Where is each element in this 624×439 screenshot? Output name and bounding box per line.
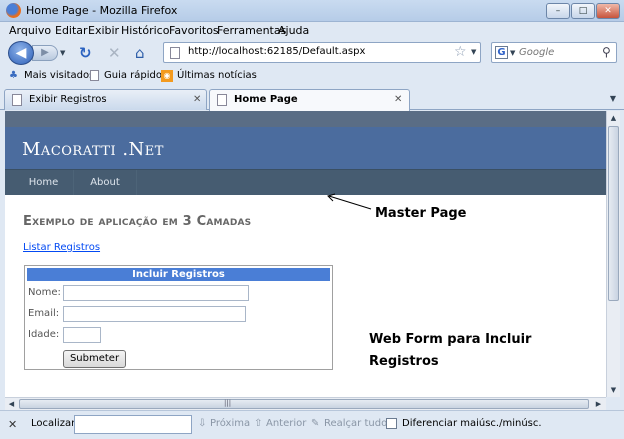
email-field[interactable] (63, 306, 246, 322)
master-page-annotation: Master Page (375, 206, 467, 221)
find-previous-button[interactable]: Anterior (266, 418, 306, 429)
vertical-scrollbar[interactable]: ▲ ▼ (606, 111, 620, 397)
address-bar[interactable]: http://localhost:62185/Default.aspx ☆ ▼ (163, 42, 481, 63)
submit-button[interactable]: Submeter (63, 350, 126, 368)
maximize-button[interactable]: □ (571, 3, 595, 19)
close-button[interactable]: ✕ (596, 3, 620, 19)
site-header: Macoratti .Net (5, 127, 606, 169)
rss-icon: ◉ (161, 70, 173, 82)
navigation-toolbar: ▶ ◀ ▼ ↻ ✕ ⌂ http://localhost:62185/Defau… (0, 39, 624, 67)
menu-historico[interactable]: Histórico (121, 24, 169, 37)
tab-label: Home Page (234, 94, 298, 105)
page-icon (217, 94, 227, 106)
tab-label: Exibir Registros (29, 94, 107, 105)
age-field[interactable] (63, 327, 101, 343)
tab-home-page[interactable]: Home Page ✕ (209, 89, 410, 111)
search-input[interactable] (519, 45, 599, 60)
bookmark-most-visited[interactable]: Mais visitados (24, 70, 94, 81)
menu-bar: Arquivo Editar Exibir Histórico Favorito… (0, 22, 624, 39)
web-form-annotation-line2: Registros (369, 354, 439, 369)
tab-strip: Exibir Registros ✕ Home Page ✕ (0, 86, 624, 111)
menu-ferramentas[interactable]: Ferramentas (217, 24, 286, 37)
web-form-annotation-line1: Web Form para Incluir (369, 332, 532, 347)
search-bar[interactable]: G ▼ ⚲ (491, 42, 617, 63)
page-icon (12, 94, 22, 106)
name-field[interactable] (63, 285, 249, 301)
back-icon[interactable]: ◀ (8, 41, 34, 65)
scroll-right-icon[interactable]: ▶ (592, 398, 605, 410)
minimize-button[interactable]: – (546, 3, 570, 19)
age-label: Idade: (28, 329, 60, 340)
forward-icon[interactable]: ▶ (32, 45, 58, 61)
menu-ajuda[interactable]: Ajuda (278, 24, 309, 37)
list-records-link[interactable]: Listar Registros (23, 242, 100, 253)
find-bar: ✕ Localizar: ⇩ Próxima ⇧ Anterior ✎ Real… (0, 410, 624, 439)
google-icon[interactable]: G (495, 46, 508, 59)
scroll-up-icon[interactable]: ▲ (607, 111, 620, 125)
stop-icon[interactable]: ✕ (108, 45, 121, 61)
bookmark-star-icon[interactable]: ☆ (454, 44, 467, 60)
site-top-band (5, 111, 606, 127)
arrow-up-icon: ⇧ (254, 418, 263, 429)
match-case-checkbox[interactable] (386, 418, 397, 429)
scroll-left-icon[interactable]: ◀ (5, 398, 18, 410)
highlight-icon: ✎ (311, 418, 320, 429)
match-case-label[interactable]: Diferenciar maiúsc./minúsc. (402, 418, 542, 429)
most-visited-icon: ♣ (9, 70, 18, 81)
scroll-down-icon[interactable]: ▼ (607, 383, 620, 397)
firefox-icon (6, 3, 21, 18)
find-label: Localizar: (31, 418, 79, 429)
site-main: Exemplo de aplicação em 3 Camadas Listar… (5, 195, 606, 397)
bookmark-quick-guide[interactable]: Guia rápido (104, 70, 162, 81)
insert-form: Incluir Registros Nome: Email: Idade: Su… (24, 265, 333, 370)
find-next-button[interactable]: Próxima (210, 418, 250, 429)
scrollbar-thumb[interactable] (608, 126, 619, 301)
page-heading: Exemplo de aplicação em 3 Camadas (23, 214, 252, 229)
horizontal-scrollbar[interactable]: ◀ ||| ▶ (5, 397, 606, 410)
site-brand: Macoratti .Net (22, 139, 164, 160)
search-engine-dropdown-icon[interactable]: ▼ (510, 49, 515, 57)
url-text[interactable]: http://localhost:62185/Default.aspx (188, 46, 365, 57)
scroll-corner (606, 397, 620, 410)
menu-editar[interactable]: Editar (55, 24, 88, 37)
site-menu: Home About (5, 169, 606, 195)
scrollbar-grip-icon: ||| (224, 399, 232, 407)
bookmark-latest-news[interactable]: Últimas notícias (177, 70, 257, 81)
history-dropdown-icon[interactable]: ▼ (60, 49, 65, 57)
tab-exibir-registros[interactable]: Exibir Registros ✕ (4, 89, 207, 110)
back-forward-group: ▶ ◀ ▼ (8, 41, 70, 65)
menu-arquivo[interactable]: Arquivo (9, 24, 51, 37)
reload-icon[interactable]: ↻ (79, 45, 92, 61)
site-menu-home[interactable]: Home (14, 170, 74, 195)
form-title: Incluir Registros (27, 268, 330, 281)
email-label: Email: (28, 308, 60, 319)
find-input[interactable] (74, 415, 192, 434)
window-title: Home Page - Mozilla Firefox (26, 4, 178, 17)
menu-favoritos[interactable]: Favoritos (169, 24, 219, 37)
menu-exibir[interactable]: Exibir (88, 24, 119, 37)
close-tab-icon[interactable]: ✕ (394, 94, 402, 105)
name-label: Nome: (28, 287, 61, 298)
page-icon (170, 47, 180, 59)
scrollbar-thumb[interactable] (19, 399, 589, 409)
url-dropdown-icon[interactable]: ▼ (471, 48, 476, 56)
site-menu-about[interactable]: About (74, 170, 137, 195)
window-titlebar: Home Page - Mozilla Firefox – □ ✕ (0, 0, 624, 22)
arrow-down-icon: ⇩ (198, 418, 207, 429)
page-icon (90, 70, 99, 81)
tab-list-dropdown-icon[interactable]: ▼ (606, 92, 620, 106)
close-find-icon[interactable]: ✕ (8, 418, 17, 431)
search-icon[interactable]: ⚲ (602, 45, 611, 59)
annotation-arrow (327, 193, 372, 210)
home-icon[interactable]: ⌂ (135, 45, 145, 61)
highlight-all-button[interactable]: Realçar tudo (324, 418, 387, 429)
bookmarks-toolbar: ♣ Mais visitados Guia rápido ◉ Últimas n… (0, 67, 624, 86)
close-tab-icon[interactable]: ✕ (193, 94, 201, 105)
page-viewport: Macoratti .Net Home About Exemplo de apl… (5, 111, 606, 397)
